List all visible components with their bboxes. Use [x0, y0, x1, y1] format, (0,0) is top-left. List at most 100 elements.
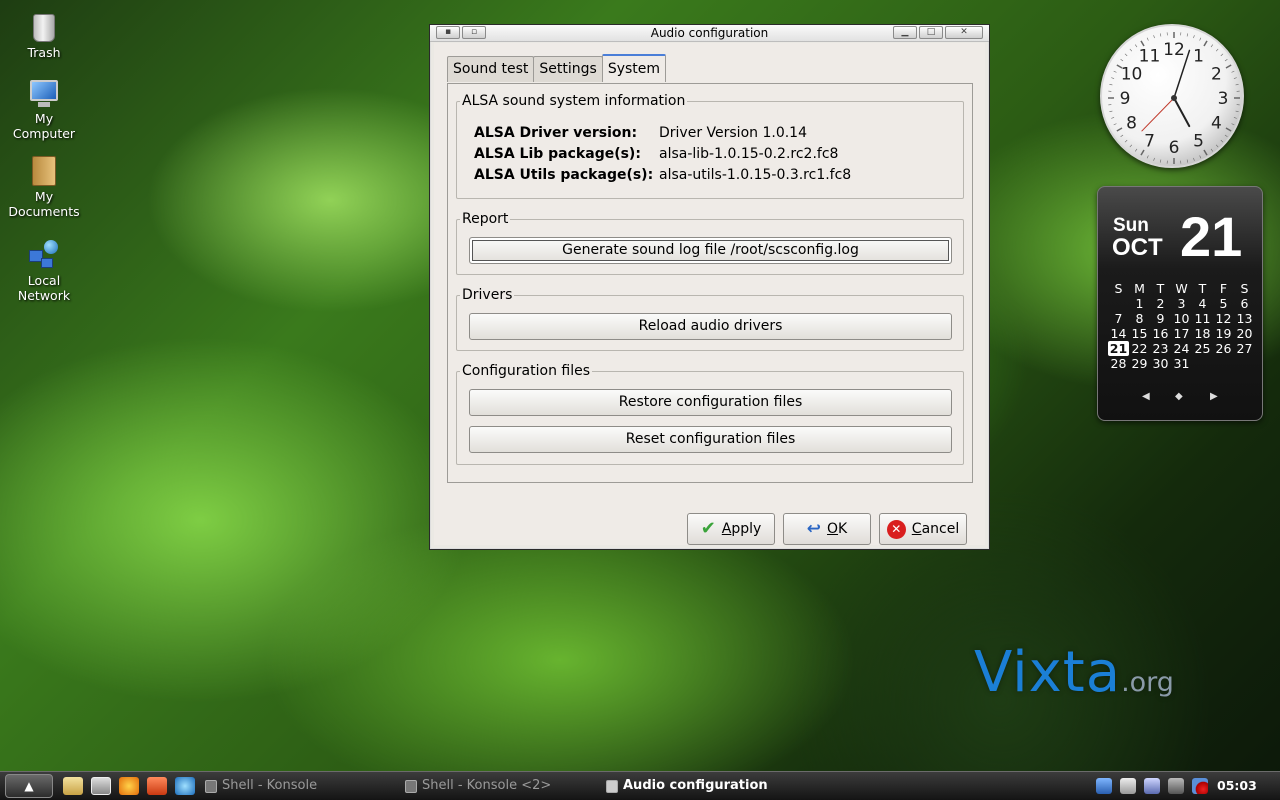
calendar-date[interactable]: 29 [1129, 356, 1150, 371]
apply-button[interactable]: ✔ Apply [687, 513, 775, 545]
tab-sound-test[interactable]: Sound test [447, 56, 535, 82]
calendar-date[interactable]: 17 [1171, 326, 1192, 341]
calendar-date[interactable]: 18 [1192, 326, 1213, 341]
calendar-date[interactable]: 21 [1108, 341, 1129, 356]
cancel-button[interactable]: ✕ Cancel [879, 513, 967, 545]
reset-configuration-files-button[interactable]: Reset configuration files [469, 426, 952, 453]
clock-tick [1124, 53, 1128, 57]
restore-configuration-files-button[interactable]: Restore configuration files [469, 389, 952, 416]
calendar-date[interactable]: 8 [1129, 311, 1150, 326]
calendar-today-diamond-icon[interactable]: ◆ [1175, 391, 1183, 402]
calendar-date[interactable]: 16 [1150, 326, 1171, 341]
desktop-icon-local-network[interactable]: Local Network [4, 240, 84, 303]
calendar-date[interactable]: 12 [1213, 311, 1234, 326]
ok-button[interactable]: ↩ OK [783, 513, 871, 545]
clock-tick [1231, 123, 1235, 126]
calendar-date[interactable]: 11 [1192, 311, 1213, 326]
calendar-date[interactable]: 9 [1150, 311, 1171, 326]
clock-second-hand [1141, 97, 1175, 132]
clock-widget[interactable]: 12 1 2 3 4 5 6 7 8 9 10 11 [1100, 24, 1244, 168]
clipboard-tray-icon[interactable] [1120, 778, 1136, 794]
calendar-date[interactable]: 4 [1192, 296, 1213, 311]
logo-main: Vixta [974, 640, 1122, 705]
generate-sound-log-button[interactable]: Generate sound log file /root/scsconfig.… [469, 237, 952, 264]
calendar-date[interactable]: 15 [1129, 326, 1150, 341]
clock-tick [1111, 117, 1115, 119]
calendar-date[interactable]: 10 [1171, 311, 1192, 326]
calendar-date[interactable]: 26 [1213, 341, 1234, 356]
browser-launcher-icon[interactable] [119, 777, 139, 795]
calendar-date[interactable]: 28 [1108, 356, 1129, 371]
connection-tray-icon[interactable] [1168, 778, 1184, 794]
window-titlebar[interactable]: ▪ ▫ Audio configuration ▁ □ ✕ [430, 25, 989, 42]
calendar-date[interactable]: 7 [1108, 311, 1129, 326]
calendar-date[interactable]: 30 [1150, 356, 1171, 371]
clock-tick [1146, 37, 1149, 41]
calendar-grid: S M T W T F S 1 2 3 4 5 6 7 8 9 10 11 12 13 14 15 16 17 18 19 20 21… [1108, 281, 1258, 371]
minimize-button[interactable]: ▁ [893, 26, 917, 39]
desktop-icon-my-computer[interactable]: My Computer [4, 80, 84, 141]
calendar-date[interactable]: 19 [1213, 326, 1234, 341]
tab-settings[interactable]: Settings [533, 56, 603, 82]
start-menu-button[interactable]: ▲ [5, 774, 53, 798]
clock-tick [1199, 37, 1202, 41]
taskbar-item-shell-konsole[interactable]: Shell - Konsole [205, 772, 317, 800]
calendar-next-arrow-icon[interactable]: ▶ [1210, 391, 1218, 402]
maximize-button[interactable]: □ [919, 26, 943, 39]
calendar-weekday-header: S [1114, 281, 1123, 296]
calendar-date[interactable]: 31 [1171, 356, 1192, 371]
network-launcher-icon[interactable] [175, 777, 195, 795]
calendar-date[interactable]: 14 [1108, 326, 1129, 341]
clock-tick [1203, 40, 1208, 47]
taskbar-item-audio-configuration[interactable]: Audio configuration [606, 772, 768, 800]
calendar-widget[interactable]: Sun OCT 21 S M T W T F S 1 2 3 4 5 6 7 8 9 10 11 12 13 14 15 1… [1097, 186, 1263, 421]
home-launcher-icon[interactable] [147, 777, 167, 795]
update-alert-tray-icon[interactable] [1192, 778, 1208, 794]
reload-audio-drivers-button[interactable]: Reload audio drivers [469, 313, 952, 340]
clock-tick [1235, 110, 1239, 113]
calendar-date[interactable]: 6 [1234, 296, 1255, 311]
calendar-weekday-header: F [1219, 281, 1228, 296]
calendar-date[interactable]: 24 [1171, 341, 1192, 356]
clock-tick [1113, 123, 1117, 126]
clock-tick [1220, 139, 1224, 143]
calendar-date[interactable]: 23 [1150, 341, 1171, 356]
desktop-icon-trash[interactable]: Trash [4, 14, 84, 60]
cancel-label: Cancel [911, 521, 960, 537]
window-sticky-button[interactable]: ▫ [462, 26, 486, 39]
calendar-date[interactable]: 3 [1171, 296, 1192, 311]
calendar-date[interactable]: 1 [1129, 296, 1150, 311]
clock-number: 7 [1144, 131, 1155, 151]
tab-system[interactable]: System [601, 54, 667, 82]
calendar-prev-arrow-icon[interactable]: ◀ [1142, 391, 1150, 402]
desktop-icon-my-documents[interactable]: My Documents [4, 156, 84, 219]
user-tray-icon[interactable] [1144, 778, 1160, 794]
group-title: Drivers [460, 286, 515, 304]
calendar-date[interactable]: 5 [1213, 296, 1234, 311]
window-menu-button[interactable]: ▪ [436, 26, 460, 39]
taskbar-item-shell-konsole-2[interactable]: Shell - Konsole <2> [405, 772, 551, 800]
clock-tick [1233, 117, 1237, 119]
calendar-date[interactable]: 22 [1129, 341, 1150, 356]
calendar-date[interactable]: 13 [1234, 311, 1255, 326]
taskbar-clock[interactable]: 05:03 am [1217, 772, 1280, 800]
info-key: ALSA Utils package(s): [474, 167, 654, 183]
text-editor-launcher-icon[interactable] [63, 777, 83, 795]
calendar-date[interactable]: 20 [1234, 326, 1255, 341]
close-button[interactable]: ✕ [945, 26, 983, 39]
clock-tick [1224, 58, 1228, 62]
network-tray-icon[interactable] [1096, 778, 1112, 794]
clock-tick [1220, 53, 1224, 57]
calendar-date[interactable]: 2 [1150, 296, 1171, 311]
clock-tick [1129, 48, 1133, 52]
task-label: Shell - Konsole <2> [422, 778, 552, 793]
calendar-date[interactable]: 25 [1192, 341, 1213, 356]
group-title: Report [460, 210, 511, 228]
desktop-icon-label: Documents [8, 204, 80, 219]
calendar-date[interactable]: 27 [1234, 341, 1255, 356]
clock-number: 2 [1211, 65, 1222, 85]
logo-suffix: .org [1121, 667, 1174, 698]
calendar-month: OCT [1112, 234, 1163, 261]
clock-number: 4 [1211, 114, 1222, 134]
terminal-launcher-icon[interactable] [91, 777, 111, 795]
